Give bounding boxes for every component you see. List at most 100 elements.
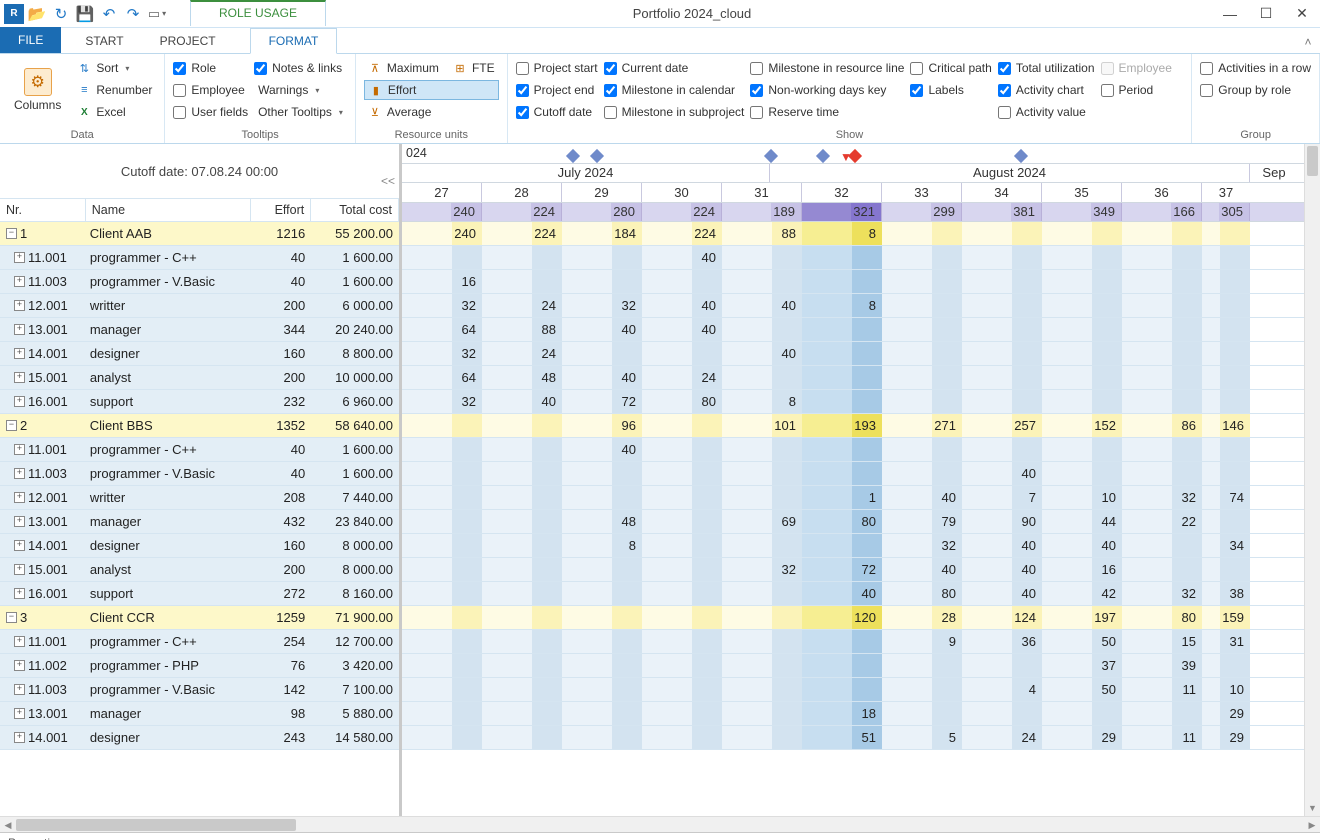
table-row[interactable]: +12.001writter2006 000.00 — [0, 294, 399, 318]
week-header[interactable]: 31 — [722, 183, 802, 202]
average-button[interactable]: ⊻Average — [364, 102, 499, 122]
timeline-row[interactable]: 51524291129 — [402, 726, 1320, 750]
chk-critical-path[interactable]: Critical path — [910, 58, 991, 78]
chk-milestone-calendar[interactable]: Milestone in calendar — [604, 80, 745, 100]
tab-project[interactable]: PROJECT — [142, 29, 234, 53]
timeline-row[interactable]: 240224184224888 — [402, 222, 1320, 246]
col-nr[interactable]: Nr. — [0, 199, 86, 221]
chk-period[interactable]: Period — [1101, 80, 1172, 100]
expand-icon[interactable]: + — [14, 492, 25, 503]
fte-button[interactable]: ⊞FTE — [449, 58, 499, 78]
table-row[interactable]: +16.001support2326 960.00 — [0, 390, 399, 414]
week-header[interactable]: 37 — [1202, 183, 1250, 202]
expand-icon[interactable]: + — [14, 372, 25, 383]
tab-file[interactable]: FILE — [0, 27, 61, 53]
table-row[interactable]: −1Client AAB121655 200.00 — [0, 222, 399, 246]
scroll-left-icon[interactable]: ◀ — [0, 817, 16, 833]
collapse-icon[interactable]: − — [6, 420, 17, 431]
expand-icon[interactable]: + — [14, 300, 25, 311]
scroll-thumb[interactable] — [1307, 146, 1318, 176]
expand-icon[interactable]: + — [14, 396, 25, 407]
timeline-row[interactable]: 40 — [402, 246, 1320, 270]
timeline-row[interactable]: 832404034 — [402, 534, 1320, 558]
scroll-right-icon[interactable]: ▶ — [1304, 817, 1320, 833]
timeline-row[interactable]: 1829 — [402, 702, 1320, 726]
effort-button[interactable]: ▮Effort — [364, 80, 499, 100]
col-name[interactable]: Name — [86, 199, 252, 221]
chk-project-end[interactable]: Project end — [516, 80, 598, 100]
expand-icon[interactable]: + — [14, 324, 25, 335]
expand-icon[interactable]: + — [14, 564, 25, 575]
columns-button[interactable]: ⚙ Columns — [8, 58, 67, 122]
table-row[interactable]: +11.002programmer - PHP763 420.00 — [0, 654, 399, 678]
table-row[interactable]: −3Client CCR125971 900.00 — [0, 606, 399, 630]
maximize-button[interactable]: ☐ — [1248, 0, 1284, 28]
timeline-row[interactable]: 322440 — [402, 342, 1320, 366]
col-cost[interactable]: Total cost — [311, 199, 399, 221]
week-header[interactable]: 34 — [962, 183, 1042, 202]
table-row[interactable]: +14.001designer1608 000.00 — [0, 534, 399, 558]
redo-icon[interactable]: ↷ — [122, 3, 144, 25]
expand-icon[interactable]: + — [14, 468, 25, 479]
chk-activity-value[interactable]: Activity value — [998, 102, 1095, 122]
chk-reserve[interactable]: Reserve time — [750, 102, 904, 122]
chk-milestone-resline[interactable]: Milestone in resource line — [750, 58, 904, 78]
other-tooltips-button[interactable]: Other Tooltips▾ — [254, 102, 347, 122]
tab-format[interactable]: FORMAT — [250, 28, 338, 54]
timeline-row[interactable]: 936501531 — [402, 630, 1320, 654]
timeline-row[interactable]: 408040423238 — [402, 582, 1320, 606]
table-row[interactable]: +11.001programmer - C++25412 700.00 — [0, 630, 399, 654]
chk-activities-row[interactable]: Activities in a row — [1200, 58, 1311, 78]
collapse-icon[interactable]: − — [6, 228, 17, 239]
collapse-left-icon[interactable]: << — [381, 174, 395, 188]
expand-icon[interactable]: + — [14, 348, 25, 359]
week-header[interactable]: 32 — [802, 183, 882, 202]
table-row[interactable]: −2Client BBS135258 640.00 — [0, 414, 399, 438]
week-header[interactable]: 29 — [562, 183, 642, 202]
collapse-ribbon-icon[interactable]: ˄ — [1296, 35, 1320, 53]
timeline-row[interactable]: 40 — [402, 438, 1320, 462]
expand-icon[interactable]: + — [14, 708, 25, 719]
table-row[interactable]: +11.003programmer - V.Basic401 600.00 — [0, 462, 399, 486]
renumber-button[interactable]: ≡Renumber — [73, 80, 156, 100]
table-row[interactable]: +11.001programmer - C++401 600.00 — [0, 438, 399, 462]
maximum-button[interactable]: ⊼Maximum — [364, 58, 443, 78]
table-row[interactable]: +11.001programmer - C++401 600.00 — [0, 246, 399, 270]
warnings-button[interactable]: Warnings▾ — [254, 80, 347, 100]
chk-total-util[interactable]: Total utilization — [998, 58, 1095, 78]
timeline-row[interactable]: 1202812419780159 — [402, 606, 1320, 630]
hscroll-thumb[interactable] — [16, 819, 296, 831]
sort-button[interactable]: ⇅Sort▾ — [73, 58, 156, 78]
chk-role[interactable]: Role — [173, 58, 248, 78]
table-row[interactable]: +16.001support2728 160.00 — [0, 582, 399, 606]
app-icon[interactable]: R — [4, 4, 24, 24]
week-header[interactable]: 30 — [642, 183, 722, 202]
minimize-button[interactable]: — — [1212, 0, 1248, 28]
vertical-scrollbar[interactable]: ▲ ▼ — [1304, 144, 1320, 816]
chk-employee[interactable]: Employee — [173, 80, 248, 100]
expand-icon[interactable]: + — [14, 732, 25, 743]
table-row[interactable]: +11.003programmer - V.Basic1427 100.00 — [0, 678, 399, 702]
chk-userfields[interactable]: User fields — [173, 102, 248, 122]
expand-icon[interactable]: + — [14, 444, 25, 455]
window-icon[interactable]: ▭▾ — [146, 3, 168, 25]
timeline-row[interactable]: 64884040 — [402, 318, 1320, 342]
week-header[interactable]: 28 — [482, 183, 562, 202]
context-tab-role-usage[interactable]: ROLE USAGE — [190, 0, 326, 26]
timeline-row[interactable]: 16 — [402, 270, 1320, 294]
week-header[interactable]: 33 — [882, 183, 962, 202]
chk-labels[interactable]: Labels — [910, 80, 991, 100]
close-button[interactable]: ✕ — [1284, 0, 1320, 28]
table-row[interactable]: +12.001writter2087 440.00 — [0, 486, 399, 510]
expand-icon[interactable]: + — [14, 588, 25, 599]
chk-cutoff-date[interactable]: Cutoff date — [516, 102, 598, 122]
week-header[interactable]: 35 — [1042, 183, 1122, 202]
tab-start[interactable]: START — [67, 29, 141, 53]
timeline-row[interactable]: 1407103274 — [402, 486, 1320, 510]
chk-milestone-subproject[interactable]: Milestone in subproject — [604, 102, 745, 122]
week-header[interactable]: 27 — [402, 183, 482, 202]
table-row[interactable]: +11.003programmer - V.Basic401 600.00 — [0, 270, 399, 294]
table-row[interactable]: +14.001designer1608 800.00 — [0, 342, 399, 366]
expand-icon[interactable]: + — [14, 636, 25, 647]
expand-icon[interactable]: + — [14, 276, 25, 287]
